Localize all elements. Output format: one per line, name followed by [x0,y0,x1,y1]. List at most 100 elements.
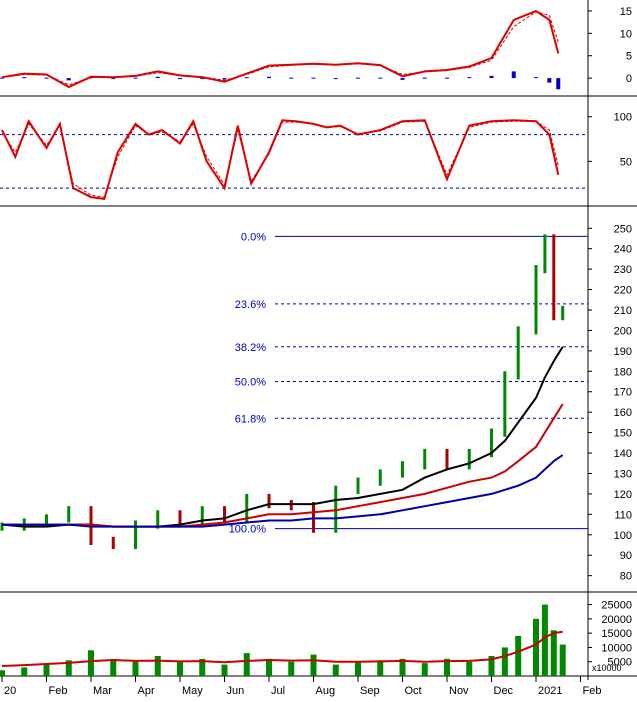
volume-bar [177,661,183,676]
stochastic-ytick-label: 100 [614,112,632,124]
volume-bar [110,658,117,676]
macd-histogram-bar [356,77,360,79]
stochastic-ytick-label: 50 [620,156,632,168]
price-ytick-label: 250 [614,223,632,235]
x-tick-label: Dec [494,685,514,697]
volume-bar [533,618,539,676]
x-tick-label: Mar [93,685,112,697]
macd-histogram-bar [511,71,516,79]
macd-histogram-bar [22,77,27,79]
x-tick-label: May [182,685,203,697]
volume-ytick-label: 25000 [601,600,632,612]
macd-histogram-bar [155,76,160,79]
macd-histogram-bar [467,77,472,79]
macd-histogram-bar [378,77,383,79]
volume-bar [132,661,139,676]
x-tick-label: Feb [583,685,602,697]
stock-chart-svg: 1510501005025024023022021020019018017016… [0,0,637,697]
volume-ma-line [1,630,563,667]
volume-bar [310,654,317,676]
macd-histogram-bar [44,77,49,79]
x-tick-label: Jul [271,685,285,697]
x-tick-label: 20 [4,685,16,697]
price-ytick-label: 180 [614,366,632,378]
volume-bar [243,653,250,676]
fibonacci-label: 0.0% [241,231,266,243]
price-ma-short-line [1,346,564,528]
stock-chart: 15 10 5 0 100 50 250 240 230 220 210 200 190 180 170 16… [0,0,637,697]
macd-histogram-bar [311,77,316,79]
price-ytick-label: 190 [614,346,632,358]
volume-bar [21,667,28,676]
volume-bar [355,661,361,676]
fibonacci-label: 50.0% [235,377,266,389]
macd-histogram-bar [66,78,71,81]
price-ytick-label: 110 [614,509,632,521]
volume-bar [501,647,508,676]
volume-bar [88,650,94,676]
price-ytick-label: 200 [614,325,632,337]
volume-bar [559,644,566,676]
macd-histogram-bar [333,78,338,80]
macd-ytick-label: 5 [626,51,632,63]
macd-histogram-bar [133,77,138,79]
macd-macd-line [1,9,560,89]
macd-ytick-label: 0 [626,73,632,85]
macd-ytick-label: 10 [620,28,632,40]
macd-ytick-label: 15 [620,6,632,18]
volume-bar [0,670,5,676]
volume-bar [332,664,339,676]
volume-bar [221,664,228,676]
price-ytick-label: 210 [614,305,632,317]
x-tick-label: Oct [405,685,422,697]
macd-histogram-bar [178,78,182,80]
volume-bar [266,658,272,676]
price-ytick-label: 90 [620,550,632,562]
volume-bar [377,660,384,676]
macd-histogram-bar [534,77,538,79]
fibonacci-label: 23.6% [235,299,266,311]
fibonacci-label: 61.8% [235,413,266,425]
x-tick-label: Feb [49,685,68,697]
price-ytick-label: 150 [614,428,632,440]
macd-histogram-bar [289,77,294,79]
x-tick-label: Nov [449,685,469,697]
volume-bar [421,663,428,676]
price-ytick-label: 170 [614,387,632,399]
fibonacci-label: 38.2% [235,342,266,354]
volume-bar [154,656,161,676]
price-ytick-label: 130 [614,468,632,480]
volume-ytick-label: 10000 [601,642,632,654]
volume-bar [466,661,473,676]
macd-signal-line [1,11,559,86]
x-tick-label: Jun [227,685,245,697]
macd-histogram-bar [244,77,249,79]
macd-histogram-bar [445,77,449,79]
macd-histogram-bar [556,78,561,90]
price-ma-mid-line [2,403,564,528]
fibonacci-label: 100.0% [229,524,267,536]
macd-histogram-bar [267,76,271,79]
price-ytick-label: 230 [614,264,632,276]
price-ytick-label: 160 [614,407,632,419]
macd-histogram-bar [400,78,405,80]
price-ytick-label: 220 [614,285,632,297]
volume-bar [550,630,557,676]
macd-histogram-bar [222,78,227,80]
price-ytick-label: 140 [614,448,632,460]
x-tick-label: Sep [360,685,380,697]
volume-bar [288,661,295,676]
volume-ytick-label: 20000 [601,614,632,626]
x-tick-label: Aug [316,685,336,697]
macd-histogram-bar [547,78,552,83]
macd-histogram-bar [111,78,116,80]
price-ytick-label: 80 [620,571,632,583]
stochastic-k-line [1,118,560,201]
price-ytick-label: 240 [614,244,632,256]
price-ytick-label: 120 [614,489,632,501]
price-ma-long-line [2,454,564,528]
macd-histogram-bar [489,75,494,79]
volume-unit-label: x10000 [592,663,622,673]
volume-bar [515,636,522,676]
stochastic-d-line [1,120,559,198]
